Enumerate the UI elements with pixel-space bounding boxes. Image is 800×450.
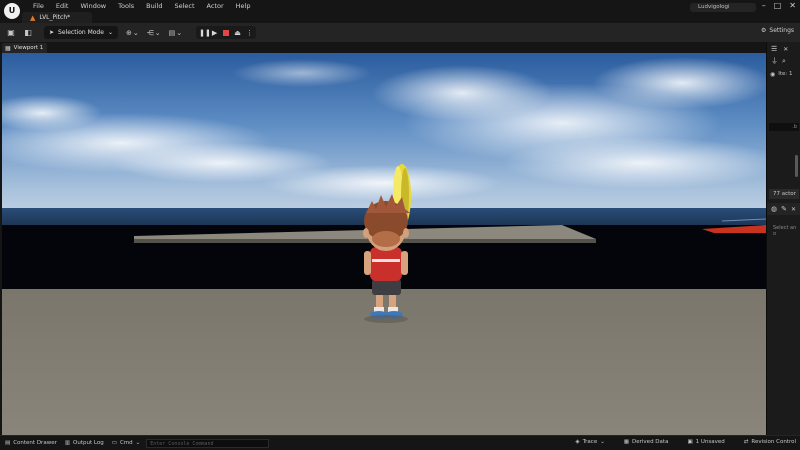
save-icon[interactable]: ▣ [5,27,17,39]
outliner-item-field[interactable]: .b [769,123,799,131]
selection-mode-button[interactable]: ➤ Selection Mode ⌄ [44,26,118,39]
user-account[interactable]: Ludvigologi [690,3,756,12]
tab-viewport-1[interactable]: ▦ Viewport 1 [2,43,47,53]
content-browser-icon[interactable]: ◧ [22,27,34,39]
blueprint-icon: ⋲ [146,28,154,37]
window-controls: – □ ✕ [762,1,796,10]
viewport-icon: ▦ [5,44,11,52]
quick-add-button[interactable]: ⊕ ⌄ [126,29,139,37]
search-icon[interactable]: ⌕ [782,57,786,66]
clapper-icon: ▤ [168,28,176,37]
title-bar: U File Edit Window Tools Build Select Ac… [0,0,800,23]
play-controls: ❚❚ ▶ ⏏ ⋮ [196,26,257,39]
outliner-header: ◉ Ite: 1 [767,69,800,79]
cursor-icon: ➤ [49,29,55,36]
menu-help[interactable]: Help [230,1,257,11]
gear-icon: ⚙ [761,27,767,34]
trace-icon: ◈ [575,439,580,445]
menu-select[interactable]: Select [168,1,200,11]
revision-control-button[interactable]: ⇄ Revision Control [744,439,796,445]
close-icon[interactable]: ✕ [789,1,796,10]
chevron-down-icon: ⌄ [107,29,113,36]
maximize-icon[interactable]: □ [774,1,782,10]
menu-actor[interactable]: Actor [201,1,230,11]
derived-data-icon: ▦ [623,439,630,445]
unsaved-label: 1 Unsaved [695,439,725,445]
terminal-icon: ▭ [111,440,117,446]
menu-window[interactable]: Window [74,1,112,11]
unreal-logo-icon[interactable]: U [4,3,20,19]
chevron-down-icon: ⌄ [600,439,605,445]
edit-icon[interactable]: ✎ [781,205,787,213]
close-icon[interactable]: ✕ [783,46,788,53]
viewport-tab-label: Viewport 1 [13,45,44,51]
details-hint: Select an o [773,225,797,237]
trace-button[interactable]: ◈ Trace ⌄ [575,439,604,445]
step-icon[interactable]: ▶ [211,29,218,37]
save-icon: ▣ [687,439,693,445]
outliner-toolbar: ⏚ ⌕ [767,56,800,66]
menu-edit[interactable]: Edit [50,1,75,11]
menu-bar: File Edit Window Tools Build Select Acto… [27,1,256,11]
settings-label: Settings [769,27,794,34]
close-icon[interactable]: ✕ [791,206,796,213]
settings-button[interactable]: ⚙ Settings [761,27,794,34]
cmd-button[interactable]: ▭ Cmd ⌄ [112,440,141,446]
status-bar: ▤ Content Drawer ▥ Output Log ▭ Cmd ⌄ En… [0,435,800,450]
eject-icon[interactable]: ⏏ [234,29,241,37]
more-options-icon[interactable]: ⋮ [246,29,253,37]
selection-mode-label: Selection Mode [58,29,104,36]
minimize-icon[interactable]: – [762,1,766,10]
main-toolbar: ▣ ◧ ➤ Selection Mode ⌄ ⊕ ⌄ ⋲ ⌄ ▤ ⌄ ❚❚ ▶ ⏏ ⋮… [0,23,800,42]
outliner-scrollbar[interactable] [795,155,798,177]
menu-build[interactable]: Build [140,1,168,11]
derived-data-button[interactable]: ▦ Derived Data [624,439,669,445]
viewport-scene [2,53,766,435]
log-icon: ▥ [64,440,71,446]
outliner-icon[interactable]: ☰ [771,45,777,53]
output-log-button[interactable]: ▥ Output Log [65,440,104,446]
chevron-down-icon: ⌄ [176,28,183,37]
content-drawer-button[interactable]: ▤ Content Drawer [5,440,57,446]
globe-icon[interactable]: ◍ [771,205,777,213]
outliner-tab-row: ☰ ✕ [767,44,800,54]
content-drawer-label: Content Drawer [13,440,57,446]
details-tab-row: ◍ ✎ ✕ [767,203,800,215]
revision-control-icon: ⇄ [743,439,749,445]
outliner-panel: ☰ ✕ ⏚ ⌕ ◉ Ite: 1 .b 77 actor ◍ ✎ ✕ Selec… [766,42,800,435]
level-tab[interactable]: ▲ LVL_Pitch* [22,12,92,23]
level-viewport[interactable] [2,53,766,435]
pause-icon[interactable]: ❚❚ [199,29,211,37]
chevron-down-icon: ⌄ [135,440,141,446]
viewport-tab-bar: ▦ Viewport 1 [0,42,766,53]
derived-data-label: Derived Data [632,439,669,445]
stop-icon[interactable] [223,29,230,36]
chevron-down-icon: ⌄ [132,28,139,37]
outliner-header-label: Ite: 1 [778,71,793,77]
cmd-label: Cmd [119,440,133,446]
visibility-icon[interactable]: ◉ [770,71,775,78]
level-tab-label: LVL_Pitch* [39,14,71,21]
drawer-icon: ▤ [5,440,11,446]
status-bar-right: ◈ Trace ⌄ ▦ Derived Data ▣ 1 Unsaved ⇄ R… [570,439,796,445]
add-actor-icon: ⊕ [125,28,132,37]
cinematics-button[interactable]: ▤ ⌄ [169,29,183,37]
menu-file[interactable]: File [27,1,50,11]
menu-tools[interactable]: Tools [112,1,140,11]
unsaved-button[interactable]: ▣ 1 Unsaved [687,439,724,445]
console-command-input[interactable]: Enter Console Command [146,438,270,448]
chevron-down-icon: ⌄ [154,28,161,37]
filter-icon[interactable]: ⏚ [771,56,778,66]
revision-control-label: Revision Control [751,439,796,445]
trace-label: Trace [582,439,598,445]
blueprints-button[interactable]: ⋲ ⌄ [147,29,161,37]
actor-count: 77 actor [769,189,799,199]
output-log-label: Output Log [73,440,104,446]
level-icon: ▲ [30,13,36,22]
